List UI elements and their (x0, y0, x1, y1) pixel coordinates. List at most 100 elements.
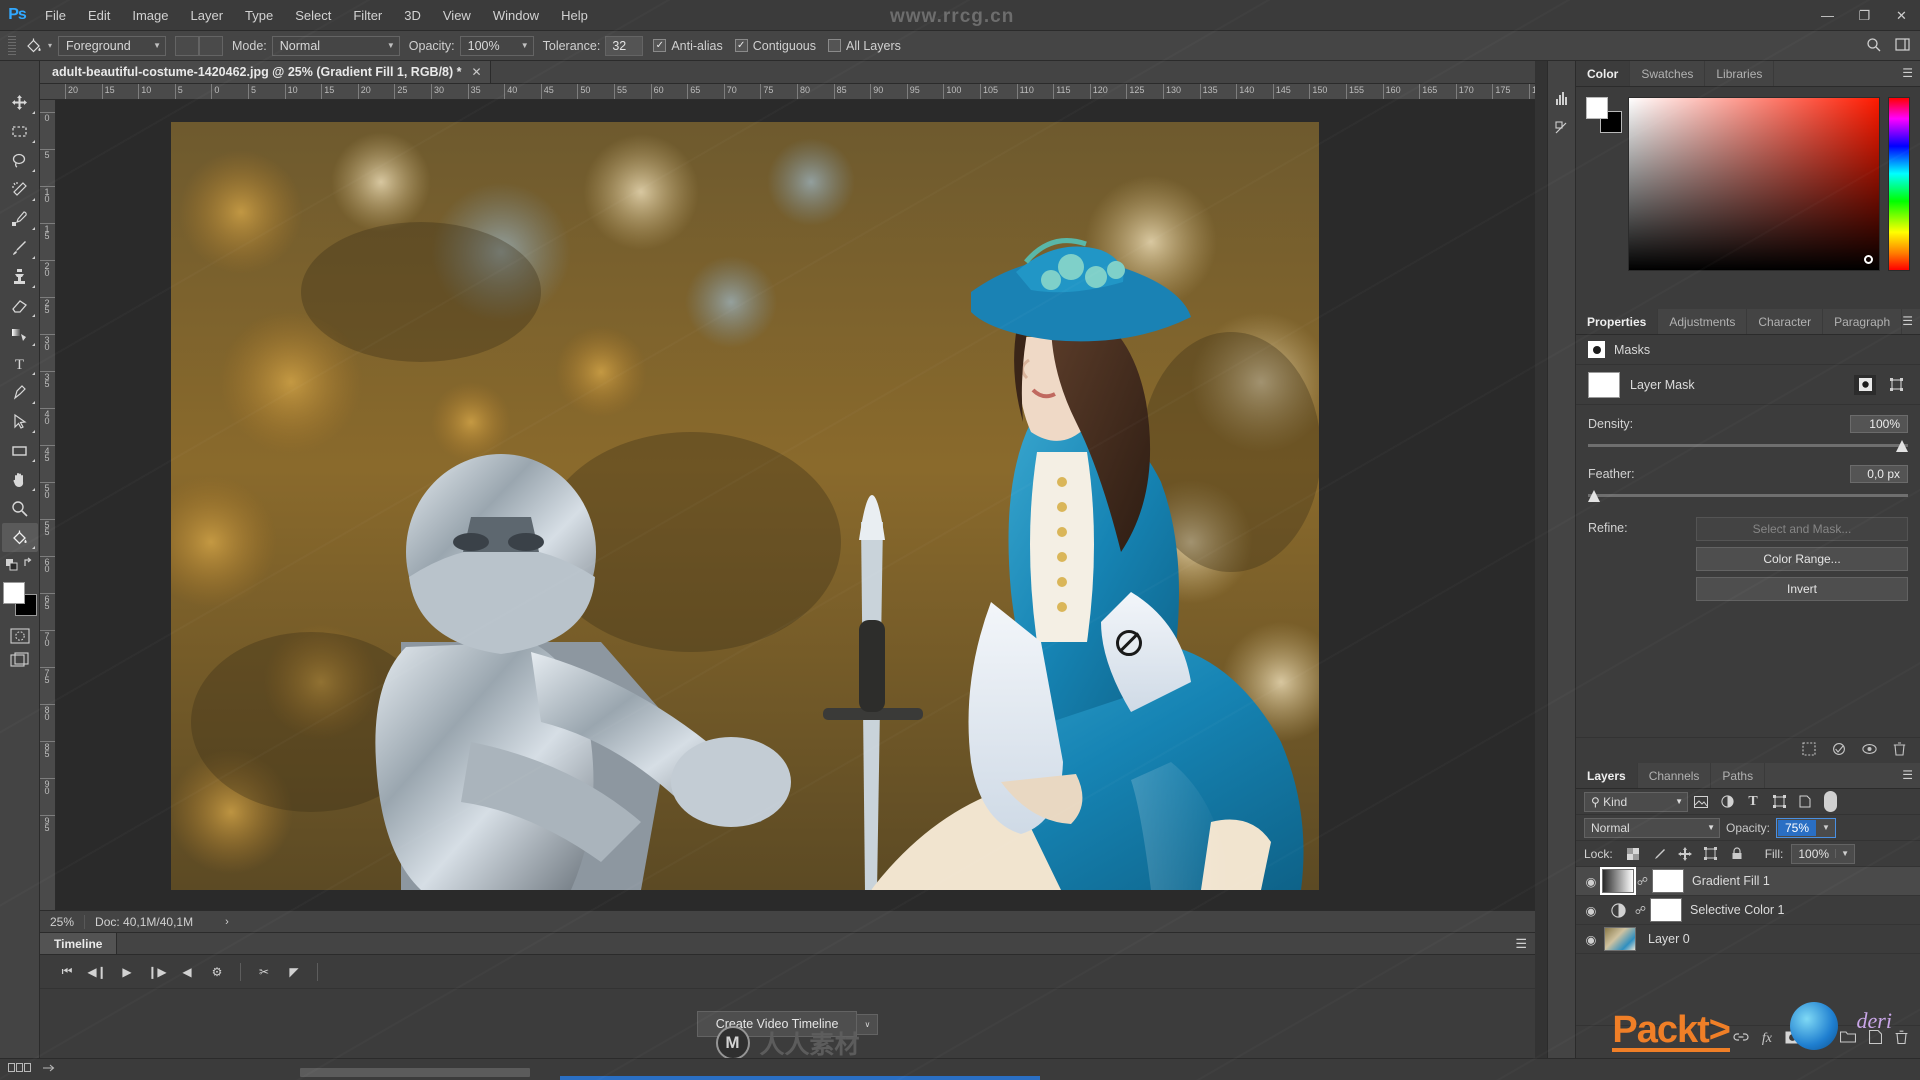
layer-opacity-control[interactable]: 75% ▼ (1776, 817, 1836, 838)
audio-button[interactable]: ◀ (172, 959, 202, 985)
menu-window[interactable]: Window (482, 0, 550, 31)
tab-swatches[interactable]: Swatches (1630, 61, 1706, 86)
layer-visibility-icon[interactable]: ◉ (1580, 903, 1602, 918)
layer-thumbnail[interactable] (1602, 902, 1634, 918)
density-slider[interactable] (1588, 439, 1908, 455)
new-layer-icon[interactable] (1868, 1029, 1883, 1047)
foreground-background-color[interactable] (2, 582, 37, 616)
type-filter-icon[interactable]: T (1740, 791, 1766, 813)
menu-select[interactable]: Select (284, 0, 342, 31)
path-selection-tool[interactable] (2, 407, 38, 436)
split-clip-button[interactable]: ✂ (249, 959, 279, 985)
document-tab[interactable]: adult-beautiful-costume-1420462.jpg @ 25… (40, 61, 491, 83)
tab-layers[interactable]: Layers (1576, 763, 1638, 788)
chevron-down-icon[interactable]: ▼ (1817, 823, 1835, 832)
rectangle-tool[interactable] (2, 436, 38, 465)
foreground-color-swatch[interactable] (1586, 97, 1608, 119)
menu-type[interactable]: Type (234, 0, 284, 31)
tab-paths[interactable]: Paths (1711, 763, 1766, 788)
next-frame-button[interactable]: ❙▶ (142, 959, 172, 985)
foreground-color-swatch[interactable] (2, 582, 25, 604)
move-tool[interactable] (2, 88, 38, 117)
lock-position-icon[interactable] (1673, 844, 1697, 864)
go-to-first-frame-button[interactable]: ⏮ (52, 959, 82, 985)
paint-bucket-tool[interactable] (1, 523, 38, 552)
layer-visibility-icon[interactable]: ◉ (1580, 932, 1602, 947)
layer-opacity-input[interactable]: 75% (1777, 818, 1818, 837)
vector-mask-button[interactable] (1886, 375, 1908, 395)
smart-object-filter-icon[interactable] (1792, 791, 1818, 813)
anti-alias-checkbox[interactable]: ✓ Anti-alias (653, 39, 723, 53)
chevron-down-icon[interactable]: ▼ (1835, 849, 1854, 858)
table-row[interactable]: ◉ ☍ Selective Color 1 (1576, 896, 1920, 925)
tab-libraries[interactable]: Libraries (1705, 61, 1775, 86)
layer-visibility-icon[interactable]: ◉ (1580, 874, 1602, 889)
menu-edit[interactable]: Edit (77, 0, 121, 31)
hue-slider[interactable] (1888, 97, 1910, 271)
zoom-tool[interactable] (2, 494, 38, 523)
tab-character[interactable]: Character (1747, 309, 1824, 334)
zoom-level[interactable]: 25% (40, 914, 86, 929)
link-layers-icon[interactable] (1733, 1031, 1749, 1046)
histogram-icon[interactable] (1548, 83, 1576, 113)
tab-adjustments[interactable]: Adjustments (1658, 309, 1748, 334)
blend-mode-select[interactable]: Normal ▼ (1584, 817, 1720, 838)
workspace-icon[interactable] (1895, 37, 1910, 55)
all-layers-checkbox[interactable]: All Layers (827, 39, 901, 53)
color-spectrum-field[interactable] (1628, 97, 1880, 271)
invert-button[interactable]: Invert (1696, 577, 1908, 601)
add-layer-mask-icon[interactable] (1785, 1031, 1800, 1047)
status-expand-arrow[interactable]: › (225, 916, 229, 928)
close-icon[interactable]: ✕ (472, 65, 482, 79)
eyedropper-tool[interactable] (2, 204, 38, 233)
panel-menu-icon[interactable]: ☰ (1515, 937, 1527, 950)
panel-menu-icon[interactable]: ☰ (1902, 769, 1913, 781)
pixel-filter-icon[interactable] (1688, 791, 1714, 813)
lock-artboard-icon[interactable] (1699, 844, 1723, 864)
link-mask-icon[interactable]: ☍ (1636, 875, 1649, 888)
shape-filter-icon[interactable] (1766, 791, 1792, 813)
canvas-area[interactable] (56, 100, 1535, 910)
minimize-button[interactable]: — (1809, 0, 1846, 31)
apply-mask-icon[interactable] (1832, 742, 1846, 759)
layer-name[interactable]: Selective Color 1 (1690, 903, 1920, 917)
lock-transparency-icon[interactable] (1621, 844, 1645, 864)
delete-layer-icon[interactable] (1895, 1030, 1908, 1047)
clone-stamp-tool[interactable] (2, 262, 38, 291)
adjustment-filter-icon[interactable] (1714, 791, 1740, 813)
contiguous-checkbox[interactable]: ✓ Contiguous (734, 39, 816, 53)
layer-fill-control[interactable]: 100% ▼ (1791, 843, 1855, 864)
tab-timeline[interactable]: Timeline (40, 933, 118, 954)
magic-wand-tool[interactable] (2, 175, 38, 204)
feather-slider[interactable] (1588, 489, 1908, 505)
table-row[interactable]: ◉ ☍ Gradient Fill 1 (1576, 867, 1920, 896)
paint-bucket-icon[interactable] (20, 35, 46, 57)
pixel-mask-button[interactable] (1854, 374, 1876, 395)
link-mask-icon[interactable]: ☍ (1634, 904, 1647, 917)
mask-from-selection-icon[interactable] (1802, 742, 1816, 759)
color-range-button[interactable]: Color Range... (1696, 547, 1908, 571)
play-button[interactable]: ▶ (112, 959, 142, 985)
layer-thumbnail[interactable] (1604, 927, 1636, 951)
maximize-button[interactable]: ❐ (1846, 0, 1883, 31)
filter-toggle-switch[interactable] (1824, 791, 1837, 812)
eraser-tool[interactable] (2, 291, 38, 320)
lasso-tool[interactable] (2, 146, 38, 175)
tab-color[interactable]: Color (1576, 61, 1631, 86)
type-tool[interactable]: T (2, 349, 38, 378)
arrange-icon[interactable] (42, 1063, 55, 1076)
close-button[interactable]: ✕ (1883, 0, 1920, 31)
search-icon[interactable] (1866, 37, 1881, 55)
menu-help[interactable]: Help (550, 0, 599, 31)
menu-view[interactable]: View (432, 0, 482, 31)
transition-button[interactable]: ◤ (279, 959, 309, 985)
filter-kind-select[interactable]: ⚲ Kind ▼ (1584, 791, 1688, 812)
panel-menu-icon[interactable]: ☰ (1902, 315, 1913, 327)
screen-mode-icon[interactable] (3, 648, 37, 672)
layer-mask-thumbnail[interactable] (1650, 898, 1682, 922)
brush-tool[interactable] (2, 233, 38, 262)
layer-name[interactable]: Gradient Fill 1 (1692, 874, 1920, 888)
toggle-mask-icon[interactable] (1862, 743, 1877, 758)
table-row[interactable]: ◉ Layer 0 (1576, 925, 1920, 954)
layer-fill-input[interactable]: 100% (1792, 847, 1835, 861)
